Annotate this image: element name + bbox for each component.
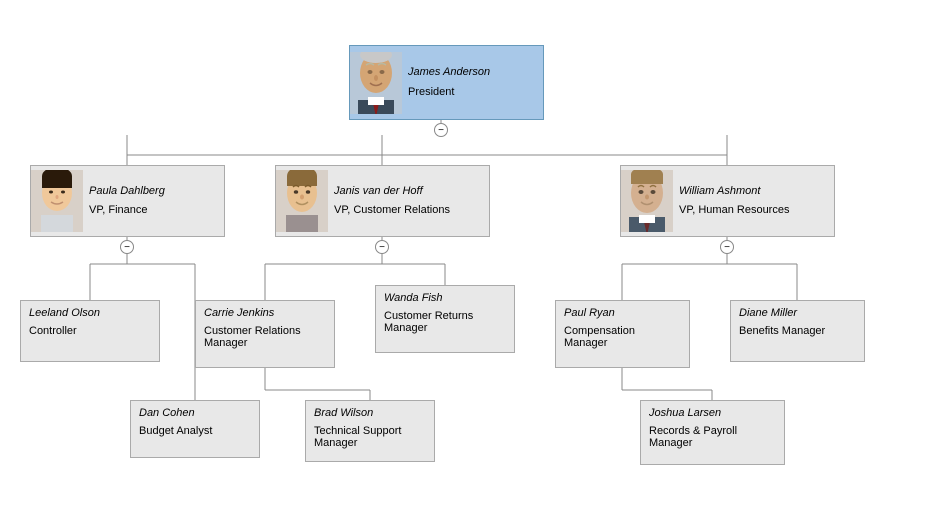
node-diane-title: Benefits Manager [739,325,856,337]
node-joshua-title: Records & Payroll Manager [649,425,776,449]
node-paula-title: VP, Finance [89,203,165,218]
node-james-text: James Anderson President [402,61,496,104]
node-carrie: Carrie Jenkins Customer Relations Manage… [195,300,335,368]
node-dan-title: Budget Analyst [139,425,251,437]
node-dan-name: Dan Cohen [139,407,251,419]
photo-james [350,52,402,114]
node-james: James Anderson President [349,45,544,120]
node-wanda-title: Customer Returns Manager [384,310,506,334]
node-carrie-name: Carrie Jenkins [204,307,326,319]
node-paula-name: Paula Dahlberg [89,184,165,199]
node-paul-name: Paul Ryan [564,307,681,319]
node-joshua-name: Joshua Larsen [649,407,776,419]
node-james-title: President [408,85,490,100]
node-leeland-name: Leeland Olson [29,307,151,319]
node-brad: Brad Wilson Technical Support Manager [305,400,435,462]
collapse-paula[interactable]: − [120,240,134,254]
photo-william [621,170,673,232]
node-wanda: Wanda Fish Customer Returns Manager [375,285,515,353]
photo-janis [276,170,328,232]
node-janis-text: Janis van der Hoff VP, Customer Relation… [328,180,456,223]
node-janis: Janis van der Hoff VP, Customer Relation… [275,165,490,237]
node-janis-name: Janis van der Hoff [334,184,450,199]
node-william: William Ashmont VP, Human Resources [620,165,835,237]
node-joshua: Joshua Larsen Records & Payroll Manager [640,400,785,465]
node-janis-title: VP, Customer Relations [334,203,450,218]
node-paula: Paula Dahlberg VP, Finance [30,165,225,237]
node-paul: Paul Ryan Compensation Manager [555,300,690,368]
node-leeland: Leeland Olson Controller [20,300,160,362]
node-paula-text: Paula Dahlberg VP, Finance [83,180,171,223]
collapse-janis[interactable]: − [375,240,389,254]
node-leeland-title: Controller [29,325,151,337]
org-chart: James Anderson President − [0,0,930,506]
node-brad-title: Technical Support Manager [314,425,426,449]
node-diane: Diane Miller Benefits Manager [730,300,865,362]
node-paul-title: Compensation Manager [564,325,681,349]
node-william-title: VP, Human Resources [679,203,789,218]
collapse-james[interactable]: − [434,123,448,137]
node-wanda-name: Wanda Fish [384,292,506,304]
node-william-text: William Ashmont VP, Human Resources [673,180,795,223]
photo-paula [31,170,83,232]
node-dan: Dan Cohen Budget Analyst [130,400,260,458]
node-diane-name: Diane Miller [739,307,856,319]
node-james-name: James Anderson [408,65,490,80]
node-brad-name: Brad Wilson [314,407,426,419]
node-william-name: William Ashmont [679,184,789,199]
node-carrie-title: Customer Relations Manager [204,325,326,349]
collapse-william[interactable]: − [720,240,734,254]
